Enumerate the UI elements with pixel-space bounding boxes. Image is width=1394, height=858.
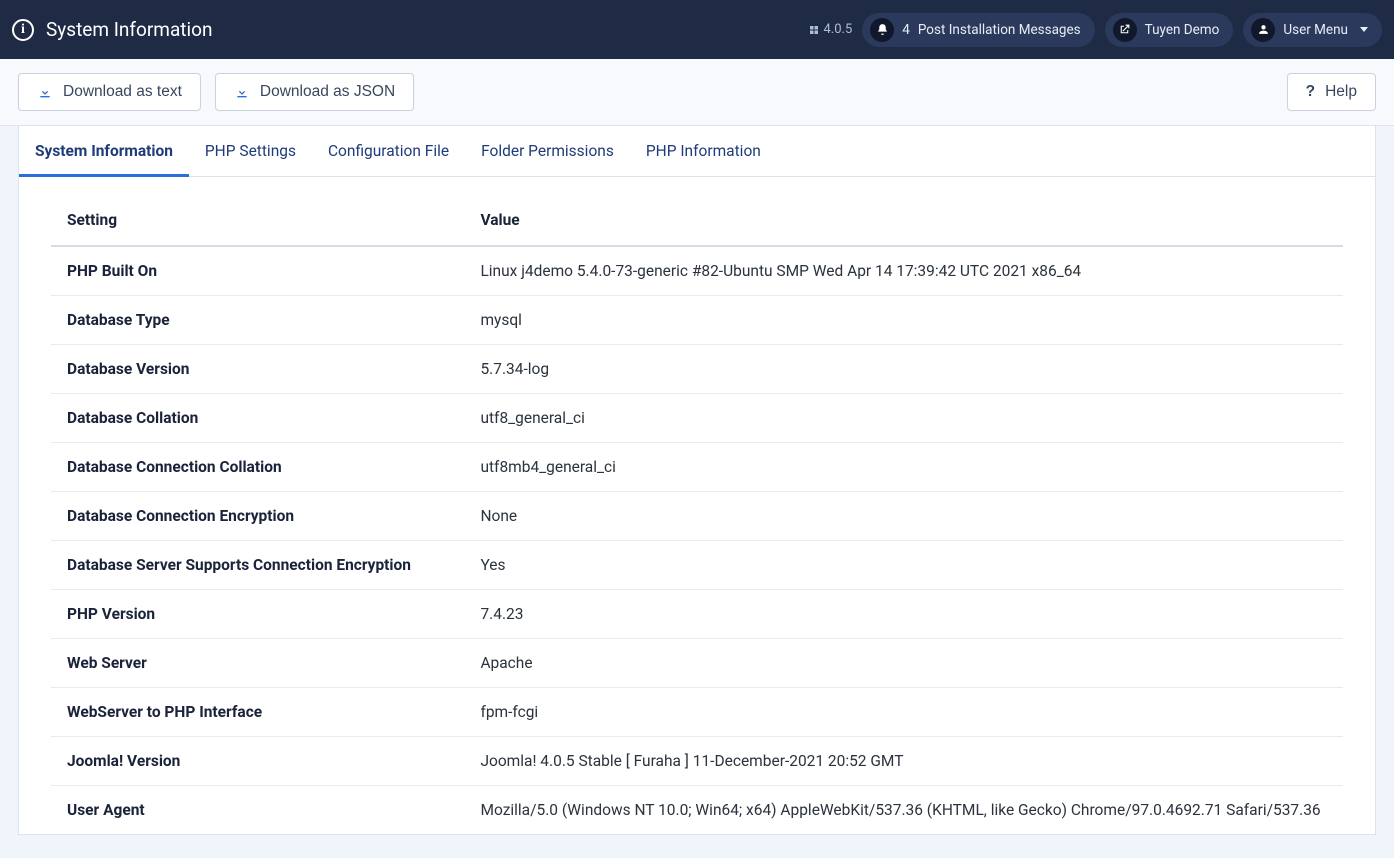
help-icon: ? [1306,83,1315,101]
toolbar: Download as text Download as JSON ? Help [0,59,1394,126]
tab-system-information[interactable]: System Information [19,126,189,177]
value-cell: Joomla! 4.0.5 Stable [ Furaha ] 11-Decem… [464,737,1343,786]
download-text-label: Download as text [63,83,182,101]
setting-cell: Database Connection Encryption [51,492,464,541]
site-label: Tuyen Demo [1145,22,1220,38]
value-cell: utf8_general_ci [464,394,1343,443]
table-row: Joomla! VersionJoomla! 4.0.5 Stable [ Fu… [51,737,1343,786]
external-link-icon [1113,18,1137,42]
value-cell: Linux j4demo 5.4.0-73-generic #82-Ubuntu… [464,246,1343,296]
table-row: Database Connection EncryptionNone [51,492,1343,541]
table-row: Database Version5.7.34-log [51,345,1343,394]
value-cell: mysql [464,296,1343,345]
help-button[interactable]: ? Help [1287,73,1376,111]
chevron-down-icon [1360,27,1368,32]
table-row: PHP Version7.4.23 [51,590,1343,639]
tabs: System Information PHP Settings Configur… [19,126,1375,177]
download-json-button[interactable]: Download as JSON [215,73,414,111]
value-cell: None [464,492,1343,541]
download-json-label: Download as JSON [260,83,395,101]
bell-icon [870,18,894,42]
page-title: System Information [46,18,212,41]
info-icon: i [12,19,34,41]
header-right: 4.0.5 4 Post Installation Messages Tuyen… [808,13,1383,47]
value-cell: Apache [464,639,1343,688]
user-menu-label: User Menu [1283,22,1348,38]
messages-label: Post Installation Messages [918,22,1081,38]
value-cell: fpm-fcgi [464,688,1343,737]
setting-cell: WebServer to PHP Interface [51,688,464,737]
table-row: WebServer to PHP Interfacefpm-fcgi [51,688,1343,737]
setting-cell: Database Type [51,296,464,345]
setting-cell: User Agent [51,786,464,835]
messages-count: 4 [902,22,910,38]
system-info-table: Setting Value PHP Built OnLinux j4demo 5… [51,195,1343,834]
setting-cell: Database Version [51,345,464,394]
user-icon [1251,18,1275,42]
value-cell: Yes [464,541,1343,590]
post-install-messages-button[interactable]: 4 Post Installation Messages [862,13,1094,47]
user-menu-button[interactable]: User Menu [1243,13,1382,47]
admin-header: i System Information 4.0.5 4 Post Instal… [0,0,1394,59]
header-value: Value [464,195,1343,246]
version-text: 4.0.5 [824,22,853,37]
version-badge[interactable]: 4.0.5 [808,22,853,37]
table-row: Web ServerApache [51,639,1343,688]
download-text-button[interactable]: Download as text [18,73,201,111]
setting-cell: PHP Built On [51,246,464,296]
table-row: User AgentMozilla/5.0 (Windows NT 10.0; … [51,786,1343,835]
table-row: PHP Built OnLinux j4demo 5.4.0-73-generi… [51,246,1343,296]
tab-php-information[interactable]: PHP Information [630,126,777,176]
value-cell: Mozilla/5.0 (Windows NT 10.0; Win64; x64… [464,786,1343,835]
site-link-button[interactable]: Tuyen Demo [1105,13,1234,47]
content-card: System Information PHP Settings Configur… [18,126,1376,835]
value-cell: 7.4.23 [464,590,1343,639]
setting-cell: Joomla! Version [51,737,464,786]
tab-configuration-file[interactable]: Configuration File [312,126,465,176]
tab-folder-permissions[interactable]: Folder Permissions [465,126,630,176]
table-row: Database Typemysql [51,296,1343,345]
setting-cell: Database Server Supports Connection Encr… [51,541,464,590]
help-label: Help [1325,83,1357,101]
setting-cell: Web Server [51,639,464,688]
value-cell: 5.7.34-log [464,345,1343,394]
download-icon [234,84,250,100]
table-row: Database Collationutf8_general_ci [51,394,1343,443]
table-row: Database Connection Collationutf8mb4_gen… [51,443,1343,492]
download-icon [37,84,53,100]
table-wrap: Setting Value PHP Built OnLinux j4demo 5… [19,177,1375,834]
setting-cell: Database Connection Collation [51,443,464,492]
header-setting: Setting [51,195,464,246]
header-left: i System Information [12,18,808,41]
value-cell: utf8mb4_general_ci [464,443,1343,492]
table-header-row: Setting Value [51,195,1343,246]
setting-cell: Database Collation [51,394,464,443]
tab-php-settings[interactable]: PHP Settings [189,126,312,176]
setting-cell: PHP Version [51,590,464,639]
table-row: Database Server Supports Connection Encr… [51,541,1343,590]
joomla-icon [808,24,820,36]
